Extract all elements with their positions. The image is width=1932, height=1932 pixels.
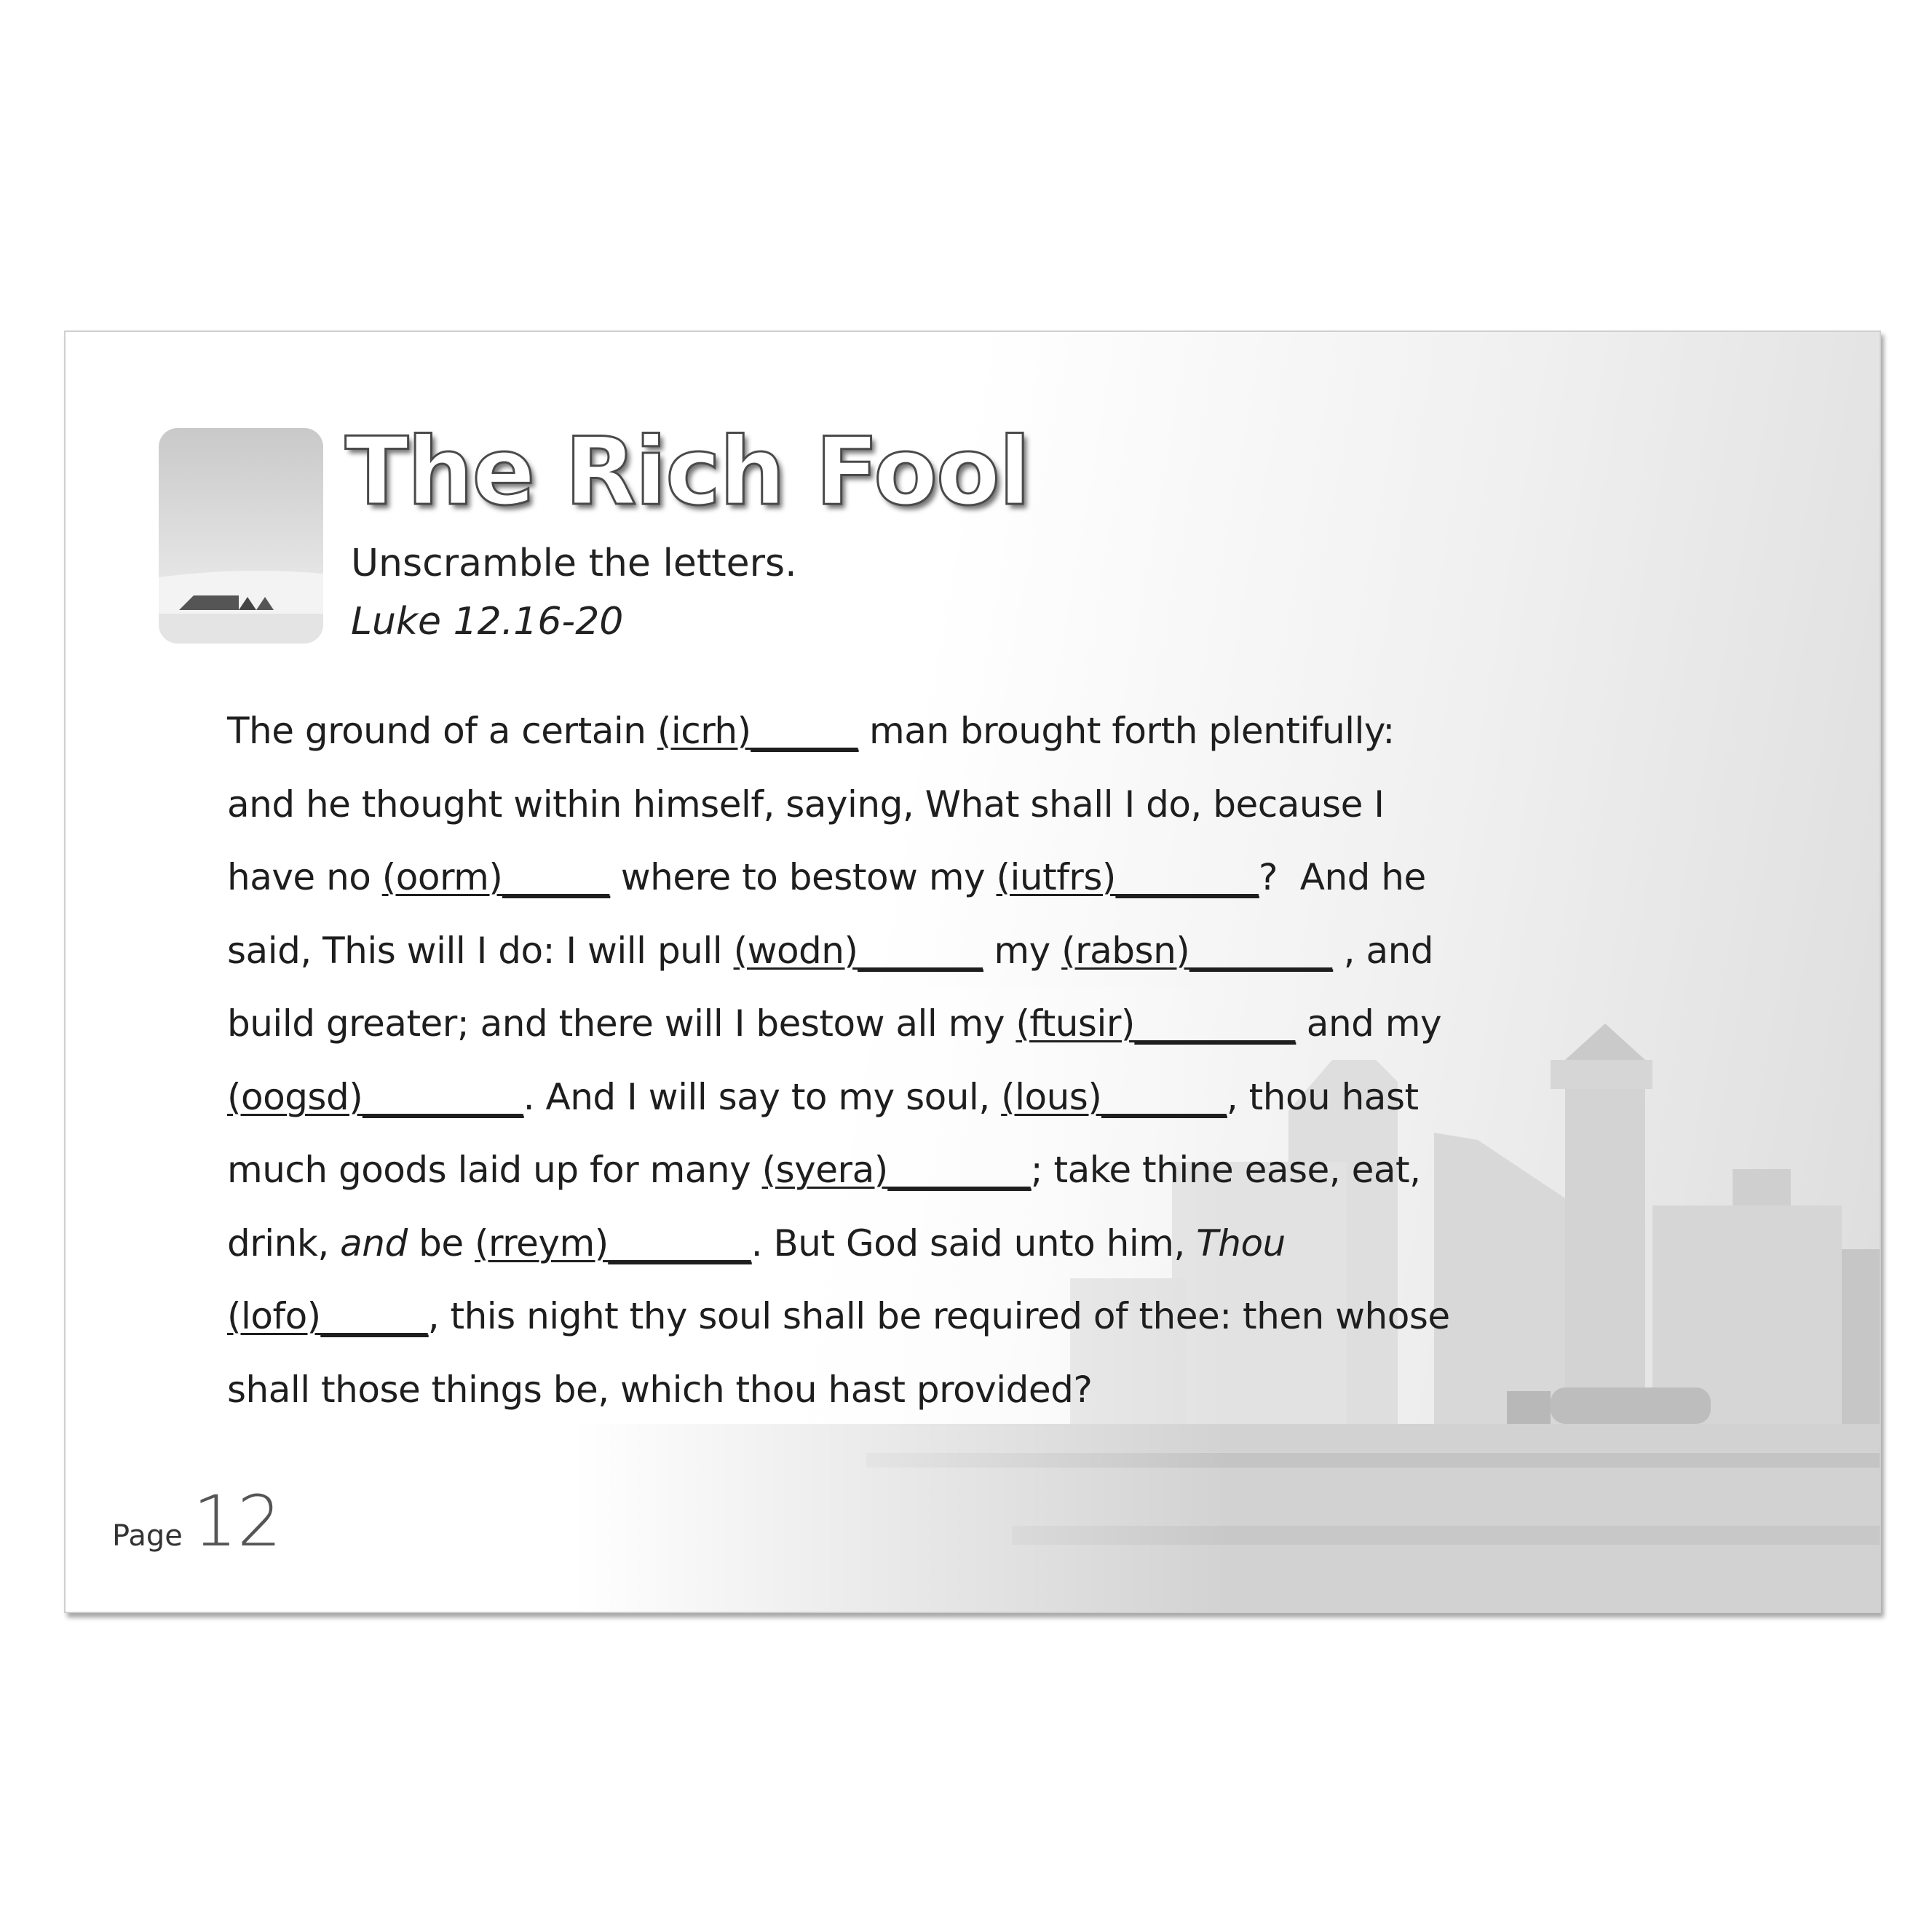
passage-text-segment: . But God said unto him,: [751, 1222, 1197, 1264]
scrambled-word-blank[interactable]: (wodn)_______: [734, 930, 983, 972]
instruction-text: Unscramble the letters.: [351, 542, 797, 585]
passage-line: have no (oorm)______ where to bestow my …: [227, 841, 1552, 914]
passage-line: said, This will I do: I will pull (wodn)…: [227, 914, 1552, 988]
passage-line: drink, and be (rreym)________. But God s…: [227, 1207, 1552, 1280]
scrambled-word-blank[interactable]: (lofo)______: [227, 1295, 428, 1337]
worksheet-card: The Rich Fool Unscramble the letters. Lu…: [64, 330, 1881, 1613]
scrambled-word-blank[interactable]: (syera)________: [762, 1149, 1032, 1191]
passage-line: much goods laid up for many (syera)_____…: [227, 1133, 1552, 1207]
passage-text-segment: drink,: [227, 1222, 341, 1264]
scrambled-word-blank[interactable]: (rreym)________: [475, 1222, 751, 1264]
passage-text-segment: , and: [1332, 929, 1434, 972]
page-title: The Rich Fool: [344, 417, 1032, 528]
passage-line: shall those things be, which thou hast p…: [227, 1353, 1552, 1427]
passage-text-segment: ? And he: [1258, 856, 1426, 898]
passage-text-segment: and he thought within himself, saying, W…: [227, 783, 1385, 826]
page-label: Page: [112, 1519, 183, 1553]
passage-text-segment: , this night thy soul shall be required …: [427, 1295, 1450, 1337]
scrambled-word-blank[interactable]: (lous)_______: [1001, 1076, 1227, 1118]
passage-line: (oogsd)_________. And I will say to my s…: [227, 1061, 1552, 1134]
passage-text-segment: be: [407, 1222, 475, 1264]
page-number: 12: [192, 1481, 282, 1562]
scrambled-word-blank[interactable]: (icrh)______: [657, 710, 858, 752]
page-footer: Page 12: [112, 1481, 282, 1562]
passage-italic-word: and: [340, 1222, 408, 1264]
scrambled-word-blank[interactable]: (iutfrs)________: [997, 856, 1259, 898]
passage-text: The ground of a certain (icrh)______ man…: [227, 694, 1552, 1426]
passage-text-segment: where to bestow my: [609, 856, 997, 898]
barn-thumbnail-image: [159, 428, 323, 644]
passage-text-segment: shall those things be, which thou hast p…: [227, 1368, 1093, 1411]
passage-text-segment: ; take thine ease, eat,: [1030, 1149, 1421, 1191]
passage-text-segment: . And I will say to my soul,: [523, 1075, 1002, 1118]
scrambled-word-blank[interactable]: (ftusir)_________: [1016, 1002, 1296, 1045]
passage-line: and he thought within himself, saying, W…: [227, 768, 1552, 842]
passage-text-segment: my: [983, 929, 1062, 972]
passage-line: build greater; and there will I bestow a…: [227, 987, 1552, 1061]
passage-text-segment: said, This will I do: I will pull: [227, 929, 734, 972]
scrambled-word-blank[interactable]: (oorm)______: [382, 856, 610, 898]
scripture-reference: Luke 12.16-20: [351, 600, 624, 644]
passage-text-segment: and my: [1295, 1002, 1442, 1045]
passage-text-segment: much goods laid up for many: [227, 1149, 762, 1191]
passage-text-segment: have no: [227, 856, 382, 898]
passage-line: (lofo)______, this night thy soul shall …: [227, 1280, 1552, 1353]
passage-line: The ground of a certain (icrh)______ man…: [227, 694, 1552, 768]
passage-italic-word: Thou: [1196, 1222, 1286, 1264]
passage-text-segment: build greater; and there will I bestow a…: [227, 1002, 1016, 1045]
passage-text-segment: man brought forth plentifully:: [858, 710, 1395, 752]
passage-text-segment: The ground of a certain: [227, 710, 657, 752]
passage-text-segment: , thou hast: [1226, 1075, 1419, 1118]
scrambled-word-blank[interactable]: (rabsn)________: [1061, 930, 1333, 972]
scrambled-word-blank[interactable]: (oogsd)_________: [227, 1076, 523, 1118]
